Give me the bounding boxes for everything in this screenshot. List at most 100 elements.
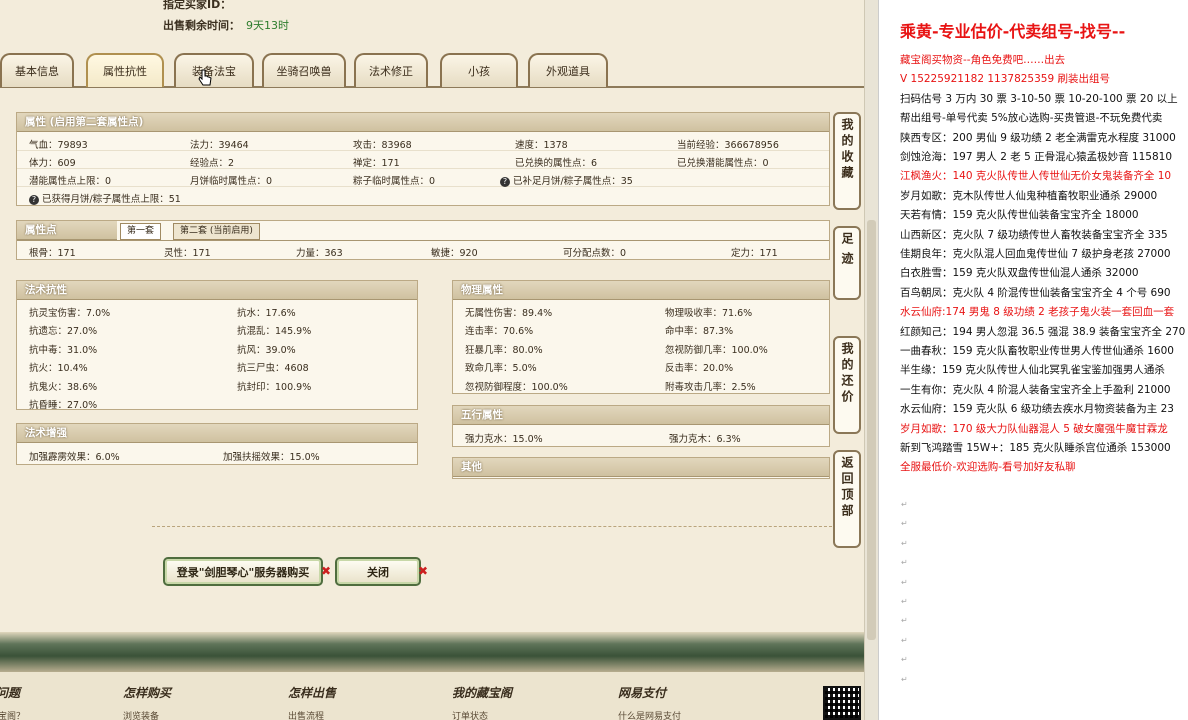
stat-constitution: 根骨：171	[29, 248, 76, 259]
physical-value: 附毒攻击几率：2.5%	[665, 381, 756, 393]
footer-link[interactable]: 宝阁？	[0, 709, 25, 720]
doc-line: 水云仙府:174 男鬼 8 级功绩 2 老孩子鬼火装一套回血一套	[900, 306, 1175, 319]
resist-value: 抗鬼火：38.6%	[29, 381, 98, 393]
login-to-buy-button[interactable]: 登录"剑胆琴心"服务器购买	[163, 557, 323, 586]
footer-col-faq: 问题	[0, 686, 21, 700]
doc-title: 乘黄-专业估价-代卖组号-找号--	[900, 22, 1126, 41]
magic-boost-title: 法术增强	[17, 424, 417, 443]
points-set-2-tab[interactable]: 第二套 (当前启用)	[173, 223, 260, 240]
close-button[interactable]: 关闭	[335, 557, 421, 586]
doc-line: 白衣胜雪：159 克火队双盘传世仙混人通杀 32000	[900, 267, 1139, 280]
document-pane: 乘黄-专业估价-代卖组号-找号-- 藏宝阁买物资--角色免费吧……出去 V 152…	[878, 0, 1188, 720]
physical-value: 反击率：20.0%	[665, 363, 734, 375]
doc-line: 岁月如歌：克木队传世人仙鬼种植畜牧职业通杀 29000	[900, 189, 1158, 202]
attribute-value: 法力：39464	[190, 140, 249, 151]
divider	[152, 526, 832, 527]
tab-attributes[interactable]: 属性抗性	[86, 53, 164, 87]
magic-boost-panel: 法术增强 加强霹雳效果：6.0% 加强扶摇效果：15.0%	[16, 423, 418, 465]
page-scrollbar[interactable]	[864, 0, 878, 720]
footer-link[interactable]: 什么是网易支付	[618, 709, 681, 720]
other-panel: 其他	[452, 457, 830, 479]
doc-line: 山西新区：克火队 7 级功绩传世人畜牧装备宝宝齐全 335	[900, 228, 1168, 241]
stat-focus: 定力：171	[731, 248, 778, 259]
attribute-value: 当前经验：366678956	[677, 140, 779, 151]
attribute-value: 体力：609	[29, 158, 76, 169]
trade-page: 指定买家ID： 出售剩余时间： 9天13时 基本信息 属性抗性 装备法宝 坐骑召唤…	[0, 0, 864, 720]
physical-value: 无属性伤害：89.4%	[465, 308, 553, 319]
tab-appearance[interactable]: 外观道具	[528, 53, 608, 87]
side-back-to-top-button[interactable]: 返回顶部	[833, 450, 861, 548]
physical-value: 致命几率：5.0%	[465, 363, 537, 375]
boost-thunder: 加强霹雳效果：6.0%	[29, 452, 120, 463]
resist-value: 抗中毒：31.0%	[29, 344, 98, 356]
close-mark-icon: ✖	[321, 564, 332, 578]
resist-value: 抗昏睡：27.0%	[29, 400, 98, 411]
stat-strength: 力量：363	[296, 248, 343, 259]
resist-value: 抗灵宝伤害：7.0%	[29, 308, 111, 319]
doc-line: 红颜知己：194 男人忽混 36.5 强混 38.9 装备宝宝齐全 270	[900, 325, 1186, 338]
points-set-1-tab[interactable]: 第一套	[120, 223, 162, 240]
physical-value: 连击率：70.6%	[465, 326, 534, 338]
paragraph-mark-icon: ↵	[901, 500, 908, 509]
qr-code-icon	[823, 686, 861, 720]
attribute-value: 月饼临时属性点：0	[190, 176, 273, 187]
footer-col-how-buy: 怎样购买	[123, 686, 172, 700]
footer-band	[0, 632, 864, 672]
physical-value: 命中率：87.3%	[665, 326, 734, 338]
magic-resist-title: 法术抗性	[17, 281, 417, 300]
doc-line: 陕西专区：200 男仙 9 级功绩 2 老全满雷克水程度 31000	[900, 131, 1176, 144]
attribute-value: 经验点：2	[190, 158, 235, 169]
tab-basic-info[interactable]: 基本信息	[0, 53, 74, 87]
scrollbar-thumb[interactable]	[867, 220, 876, 640]
physical-value: 狂暴几率：80.0%	[465, 344, 543, 356]
time-left-value: 9天13时	[246, 19, 289, 32]
attribute-points-title: 属性点	[17, 221, 117, 240]
attribute-value: 气血：79893	[29, 140, 88, 151]
resist-value: 抗火：10.4%	[29, 363, 88, 375]
attributes-panel-title: 属性 (启用第二套属性点)	[17, 113, 829, 132]
tab-equipment[interactable]: 装备法宝	[174, 53, 254, 87]
tab-spell-mods[interactable]: 法术修正	[354, 53, 428, 87]
footer-link[interactable]: 浏览装备	[123, 709, 159, 720]
footer-col-how-sell: 怎样出售	[288, 686, 337, 700]
five-elements-panel: 五行属性 强力克水：15.0% 强力克木：6.3%	[452, 405, 830, 447]
doc-line: V 15225921182 1137825359 刷装出组号	[900, 73, 1110, 86]
tab-mounts-pets[interactable]: 坐骑召唤兽	[262, 53, 346, 87]
stat-spirit: 灵性：171	[164, 248, 211, 259]
physical-value: 忽视防御程度：100.0%	[465, 381, 568, 393]
side-footprint-button[interactable]: 足迹	[833, 226, 861, 300]
footer: 问题 怎样购买 怎样出售 我的藏宝阁 网易支付 宝阁？ 浏览装备 出售流程 订单…	[0, 672, 864, 720]
doc-line: 半生缘：159 克火队传世人仙北冥乳雀宝鉴加强男人通杀	[900, 364, 1165, 377]
hand-cursor-icon	[198, 69, 212, 86]
doc-line: 岁月如歌：170 级大力队仙器混人 5 破女魔强牛魔甘霖龙	[900, 422, 1168, 435]
doc-line: 新到飞鸿踏雪 15W+：185 克火队睡杀宫位通杀 153000	[900, 442, 1171, 454]
footer-col-my-cbg: 我的藏宝阁	[452, 686, 513, 700]
footer-col-netease-pay: 网易支付	[618, 686, 667, 700]
close-mark-icon: ✖	[418, 564, 429, 578]
paragraph-mark-icon: ↵	[901, 538, 908, 548]
resist-value: 抗风：39.0%	[237, 344, 296, 356]
paragraph-mark-icon: ↵	[901, 558, 908, 568]
magic-resist-panel: 法术抗性 抗灵宝伤害：7.0% 抗水：17.6% 抗遗忘：27.0% 抗混乱：145.…	[16, 280, 418, 411]
paragraph-mark-icon: ↵	[901, 577, 908, 587]
physical-panel: 物理属性 无属性伤害：89.4% 物理吸收率：71.6% 连击率：70.6% 命中率：…	[452, 280, 830, 394]
tab-child[interactable]: 小孩	[440, 53, 518, 87]
doc-line: 扫码估号 3 万内 30 票 3-10-50 票 10-20-100 票 20 …	[900, 92, 1178, 105]
doc-line: 一生有你：克火队 4 阶混人装备宝宝齐全上手盈利 21000	[900, 383, 1171, 396]
attribute-value: 已兑换潜能属性点：0	[677, 158, 769, 169]
paragraph-mark-icon: ↵	[901, 597, 908, 606]
stat-agility: 敏捷：920	[431, 248, 478, 259]
element-water: 强力克水：15.0%	[465, 434, 543, 445]
question-icon: ?	[29, 195, 39, 205]
footer-link[interactable]: 订单状态	[452, 709, 488, 720]
side-favorites-button[interactable]: 我的收藏	[833, 112, 861, 210]
time-left-label: 出售剩余时间：	[163, 19, 240, 32]
resist-value: 抗水：17.6%	[237, 308, 296, 319]
side-my-offers-button[interactable]: 我的还价	[833, 336, 861, 434]
resist-value: 抗遗忘：27.0%	[29, 326, 98, 338]
designated-buyer-row: 指定买家ID：	[163, 0, 232, 11]
paragraph-mark-icon: ↵	[901, 635, 908, 645]
attribute-value: 攻击：83968	[353, 140, 412, 151]
footer-link[interactable]: 出售流程	[288, 709, 324, 720]
paragraph-mark-icon: ↵	[901, 655, 908, 665]
